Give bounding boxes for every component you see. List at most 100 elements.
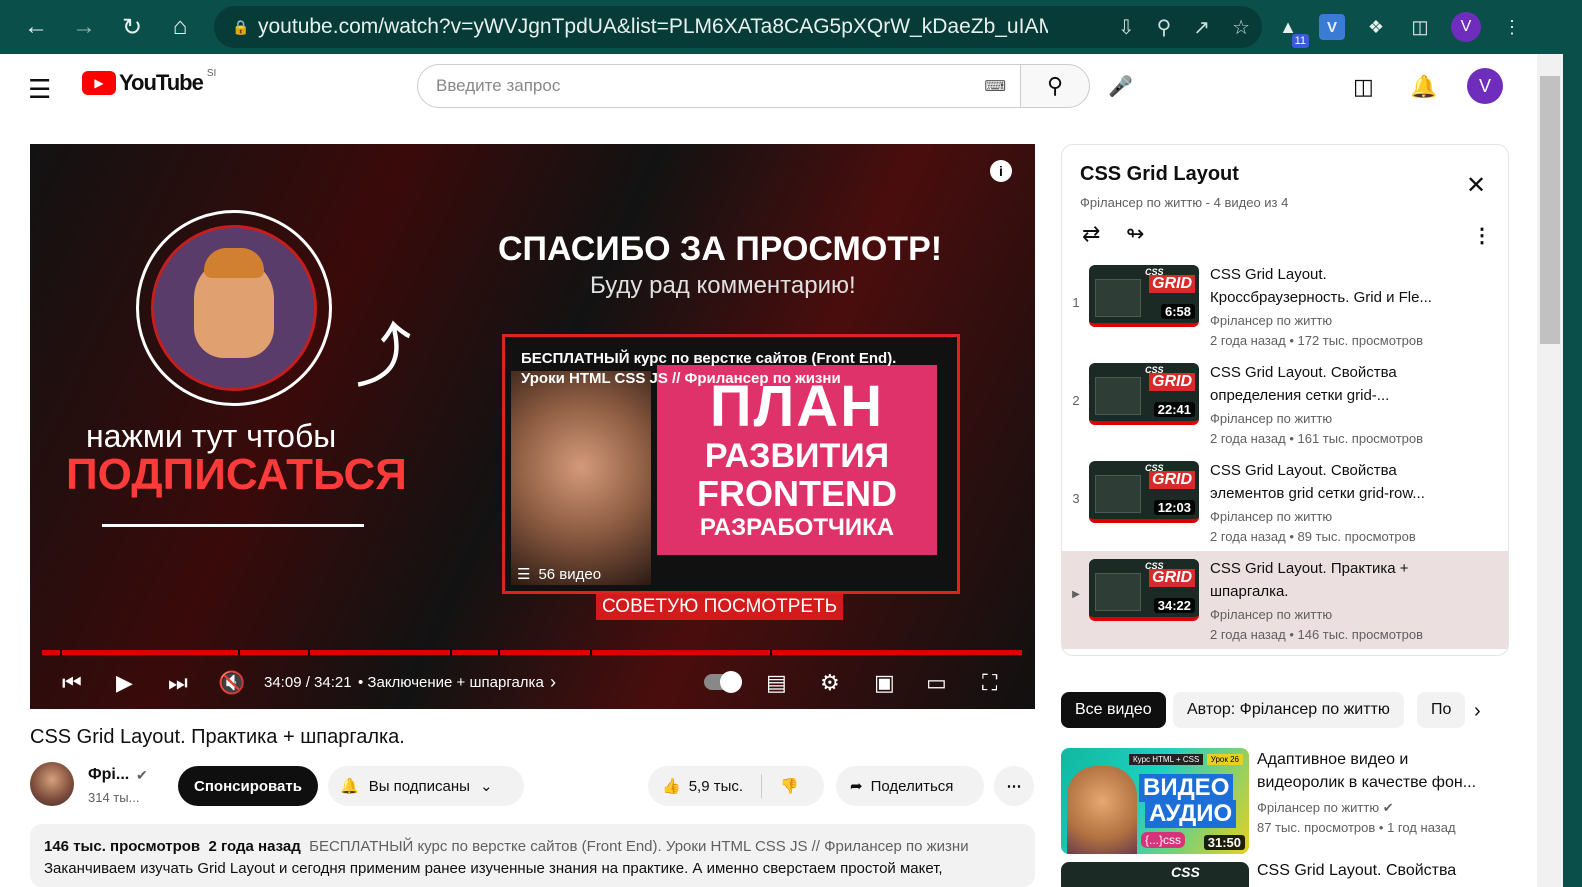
playlist-item-title[interactable]: CSS Grid Layout. Практика + шпаргалка.	[1210, 557, 1460, 603]
recommended-video[interactable]: CSS CSS Grid Layout. Свойства	[1061, 862, 1501, 887]
subscribed-button[interactable]: 🔔 Вы подписаны ⌄	[328, 766, 524, 806]
recommended-thumbnail[interactable]: CSS	[1061, 862, 1249, 887]
channel-name[interactable]: Фрі...	[88, 766, 129, 784]
chevron-right-icon[interactable]: ›	[1474, 700, 1481, 723]
create-video-icon[interactable]: ◫	[1353, 74, 1374, 100]
end-screen-title: СПАСИБО ЗА ПРОСМОТР!	[498, 230, 943, 268]
settings-gear-icon[interactable]: ⚙	[820, 670, 840, 696]
playlist-more-icon[interactable]: ⋮	[1472, 223, 1492, 248]
subscribe-channel-element[interactable]	[136, 210, 332, 406]
chip-all-videos[interactable]: Все видео	[1061, 692, 1166, 728]
side-panel-icon[interactable]: ◫	[1407, 14, 1433, 40]
like-count[interactable]: 5,9 тыс.	[689, 778, 743, 795]
region-code: SI	[206, 67, 217, 79]
muted-volume-icon[interactable]: 🔇	[218, 670, 245, 696]
recommended-title[interactable]: CSS Grid Layout. Свойства	[1257, 862, 1456, 880]
address-bar[interactable]: 🔒 youtube.com/watch?v=yWVJgnTpdUA&list=P…	[214, 6, 1262, 48]
video-title: CSS Grid Layout. Практика + шпаргалка.	[30, 726, 405, 748]
cartoon-face	[194, 248, 274, 358]
install-app-icon[interactable]: ⇩	[1118, 15, 1135, 40]
play-icon[interactable]: ▶	[116, 670, 133, 696]
chip-author[interactable]: Автор: Фрілансер по життю	[1173, 692, 1404, 728]
hamburger-menu-icon[interactable]: ☰	[28, 74, 51, 105]
duration-badge: 31:50	[1203, 835, 1245, 850]
search-placeholder: Введите запрос	[436, 76, 561, 95]
page-scrollbar[interactable]	[1537, 54, 1563, 887]
bookmark-star-icon[interactable]: ☆	[1232, 15, 1250, 40]
recommended-title[interactable]: Адаптивное видео и видеоролик в качестве…	[1257, 748, 1493, 794]
extension-hat-icon[interactable]: ▲ 11	[1275, 14, 1309, 48]
chevron-right-icon[interactable]: ›	[550, 672, 556, 693]
description-box[interactable]: 146 тыс. просмотров 2 года назад БЕСПЛАТ…	[30, 824, 1035, 887]
browser-menu-icon[interactable]: ⋮	[1499, 14, 1525, 40]
close-icon[interactable]: ✕	[1466, 171, 1486, 200]
thumb-screen	[1095, 475, 1141, 513]
reload-icon[interactable]: ↻	[108, 0, 156, 54]
thumb-screen	[1095, 377, 1141, 415]
info-icon[interactable]: i	[990, 160, 1012, 182]
lock-icon[interactable]: 🔒	[232, 19, 258, 36]
recommended-thumbnail[interactable]: Курс HTML + CSS Урок 26 ВИДЕО АУДИО {...…	[1061, 748, 1249, 854]
forward-icon[interactable]: →	[60, 0, 108, 54]
video-player[interactable]: СПАСИБО ЗА ПРОСМОТР! Буду рад комментари…	[30, 144, 1035, 709]
microphone-icon[interactable]: 🎤	[1108, 74, 1133, 99]
share-button[interactable]: ➦ Поделиться	[836, 766, 984, 806]
next-icon[interactable]: ⏭	[168, 670, 188, 696]
verified-icon: ✔	[136, 767, 148, 783]
autoplay-toggle[interactable]	[704, 671, 742, 693]
miniplayer-icon[interactable]: ▣	[874, 670, 895, 696]
playlist-item-title[interactable]: CSS Grid Layout. Свойства определения се…	[1210, 361, 1460, 407]
playlist-item-thumbnail[interactable]: CSS GRID 34:22	[1089, 559, 1199, 621]
zoom-icon[interactable]: ⚲	[1157, 15, 1172, 40]
chapter-marker	[590, 650, 592, 655]
youtube-logo[interactable]: ▶ YouTube SI	[82, 67, 217, 96]
scrollbar-thumb[interactable]	[1540, 76, 1560, 344]
playlist-item-title[interactable]: CSS Grid Layout. Свойства элементов grid…	[1210, 459, 1460, 505]
fullscreen-icon[interactable]: ⛶	[982, 670, 997, 696]
account-avatar[interactable]: V	[1467, 68, 1503, 104]
home-icon[interactable]: ⌂	[156, 0, 204, 54]
youtube-header: ☰ ▶ YouTube SI Введите запрос ⌨ ⚲ 🎤 ◫ 🔔 …	[0, 54, 1537, 118]
theater-mode-icon[interactable]: ▭	[926, 670, 947, 696]
playlist-item-current[interactable]: ▶ CSS GRID 34:22 CSS Grid Layout. Практика…	[1062, 551, 1508, 649]
chip-more[interactable]: По	[1417, 692, 1466, 728]
extension-v-icon[interactable]: V	[1319, 14, 1345, 40]
recommended-meta: 87 тыс. просмотров • 1 год назад	[1257, 820, 1456, 835]
like-dislike-group: 👍 5,9 тыс. 👎	[648, 766, 824, 806]
progress-bar[interactable]	[42, 650, 1022, 655]
browser-toolbar: ← → ↻ ⌂ 🔒 youtube.com/watch?v=yWVJgnTpdU…	[0, 0, 1582, 54]
playlist-item[interactable]: 3 CSS GRID 12:03 CSS Grid Layout. Свойства…	[1062, 453, 1508, 551]
url-text[interactable]: youtube.com/watch?v=yWVJgnTpdUA&list=PLM…	[258, 15, 1048, 39]
loop-icon[interactable]: ⇄	[1082, 221, 1100, 247]
previous-icon[interactable]: ⏮	[62, 670, 82, 696]
recommended-video[interactable]: Курс HTML + CSS Урок 26 ВИДЕО АУДИО {...…	[1061, 748, 1501, 854]
bell-icon: 🔔	[340, 778, 359, 795]
browser-profile-avatar[interactable]: V	[1451, 12, 1481, 42]
end-screen-playlist-card[interactable]: БЕСПЛАТНЫЙ курс по верстке сайтов (Front…	[502, 334, 960, 594]
playlist-item-thumbnail[interactable]: CSS GRID 6:58	[1089, 265, 1199, 327]
playlist-item[interactable]: 2 CSS GRID 22:41 CSS Grid Layout. Свойства…	[1062, 355, 1508, 453]
search-button[interactable]: ⚲	[1020, 64, 1090, 108]
desc-date: 2 года назад	[208, 838, 301, 855]
back-icon[interactable]: ←	[12, 0, 60, 54]
shuffle-icon[interactable]: ↬	[1126, 221, 1144, 247]
playlist-item-thumbnail[interactable]: CSS GRID 22:41	[1089, 363, 1199, 425]
dislike-icon[interactable]: 👎	[780, 777, 799, 795]
sponsor-button[interactable]: Спонсировать	[178, 766, 318, 806]
chapter-title[interactable]: • Заключение + шпаргалка	[358, 674, 544, 691]
share-icon[interactable]: ↗	[1193, 15, 1210, 40]
playlist-item[interactable]: 1 CSS GRID 6:58 CSS Grid Layout. Кроссбрау…	[1062, 257, 1508, 355]
notifications-bell-icon[interactable]: 🔔	[1410, 74, 1437, 100]
thumb-lesson-tag: Урок 26	[1206, 754, 1243, 765]
keyboard-icon[interactable]: ⌨	[984, 77, 1006, 95]
subtitles-icon[interactable]: ▤	[766, 670, 787, 696]
card-video-count: ☰ 56 видео	[517, 565, 601, 584]
extensions-puzzle-icon[interactable]: ❖	[1363, 14, 1389, 40]
playlist-item-title[interactable]: CSS Grid Layout. Кроссбраузерность. Grid…	[1210, 263, 1460, 309]
like-icon[interactable]: 👍	[662, 777, 681, 795]
playlist-title[interactable]: CSS Grid Layout	[1080, 163, 1239, 186]
search-input[interactable]: Введите запрос ⌨	[417, 64, 1021, 108]
more-actions-icon[interactable]: ⋯	[994, 766, 1034, 806]
playlist-item-thumbnail[interactable]: CSS GRID 12:03	[1089, 461, 1199, 523]
channel-avatar[interactable]	[30, 762, 74, 806]
